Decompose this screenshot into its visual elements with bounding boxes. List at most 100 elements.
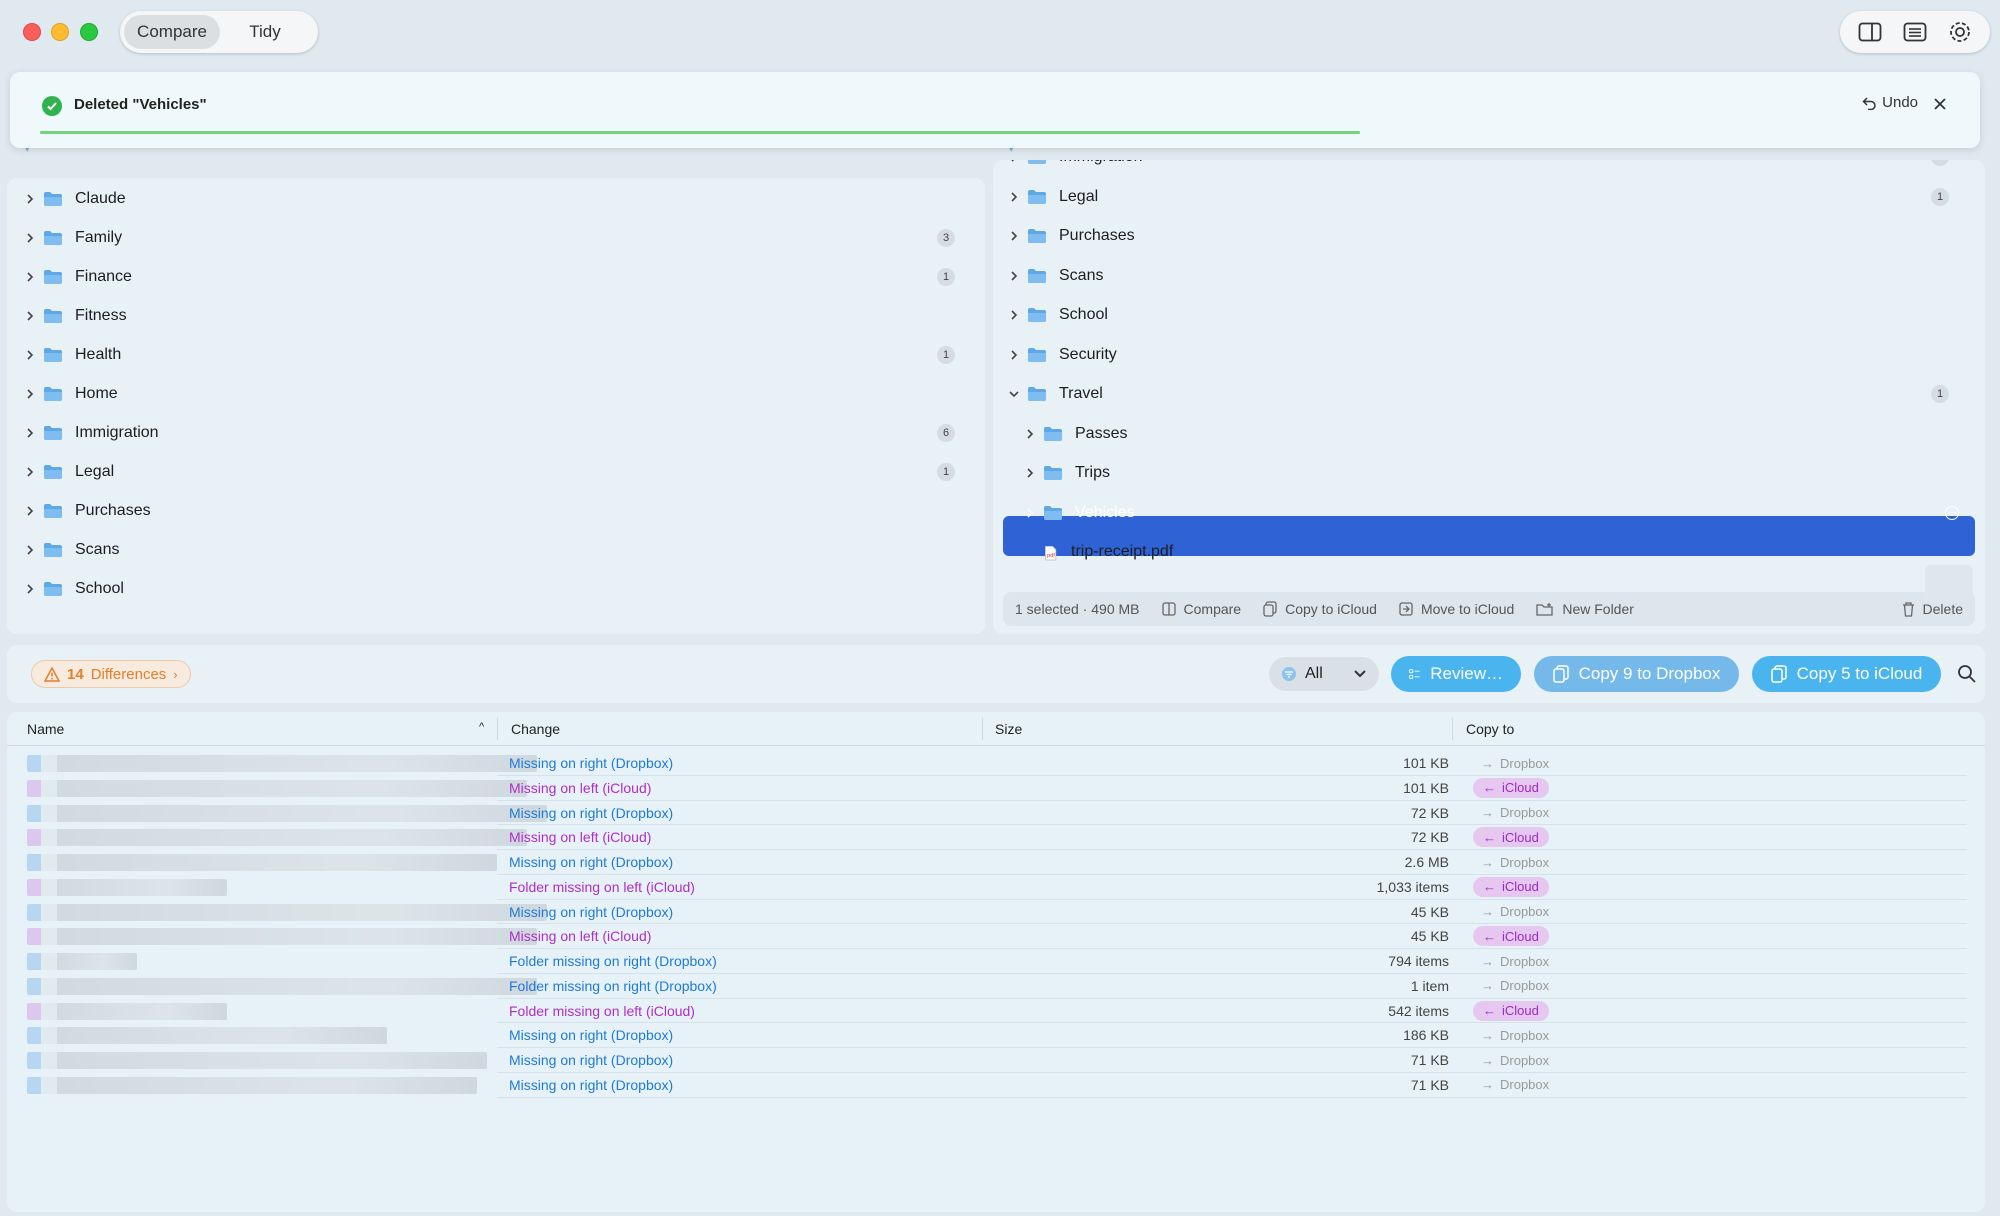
tree-row[interactable]: Health 1 xyxy=(23,336,973,374)
table-row[interactable]: Missing on right (Dropbox) 101 KB → Dropbox xyxy=(7,751,1985,776)
copy-to-dropbox-tag[interactable]: → Dropbox xyxy=(1473,803,1549,823)
chevron-right-icon[interactable] xyxy=(23,582,37,596)
copy-to-dropbox-button[interactable]: Copy 9 to Dropbox xyxy=(1534,656,1739,692)
tree-row[interactable]: Purchases xyxy=(1007,217,1967,255)
tree-row[interactable]: Vehicles xyxy=(1023,494,1967,532)
zoom-window-button[interactable] xyxy=(80,23,98,41)
column-header-copy-to[interactable]: Copy to xyxy=(1466,721,1514,737)
table-row[interactable]: Missing on left (iCloud) 72 KB ← iCloud xyxy=(7,825,1985,850)
table-row[interactable]: Missing on right (Dropbox) 45 KB → Dropbox xyxy=(7,900,1985,925)
sidebar-icon[interactable] xyxy=(1856,18,1884,46)
table-row[interactable]: Missing on right (Dropbox) 186 KB → Dropbox xyxy=(7,1023,1985,1048)
table-row[interactable]: Folder missing on left (iCloud) 542 items… xyxy=(7,999,1985,1024)
differences-count-button[interactable]: 14 Differences › xyxy=(31,660,191,688)
close-window-button[interactable] xyxy=(23,23,41,41)
copy-to-dropbox-tag[interactable]: → Dropbox xyxy=(1473,1025,1549,1045)
chevron-down-icon[interactable] xyxy=(1007,387,1021,401)
tree-row[interactable]: Security xyxy=(1007,336,1967,374)
chevron-right-icon[interactable] xyxy=(1023,427,1037,441)
table-row[interactable]: Folder missing on left (iCloud) 1,033 ite… xyxy=(7,875,1985,900)
tree-row[interactable]: Scans xyxy=(1007,257,1967,295)
chevron-right-icon[interactable] xyxy=(23,465,37,479)
chevron-right-icon[interactable] xyxy=(23,426,37,440)
copy-to-dropbox-tag[interactable]: → Dropbox xyxy=(1473,902,1549,922)
tree-row[interactable]: Legal 1 xyxy=(1007,178,1967,216)
compare-action[interactable]: Compare xyxy=(1161,601,1241,617)
chevron-right-icon[interactable] xyxy=(1007,269,1021,283)
copy-to-dropbox-tag[interactable]: → Dropbox xyxy=(1473,976,1549,996)
table-row[interactable]: Missing on right (Dropbox) 2.6 MB → Dropbox xyxy=(7,850,1985,875)
remove-icon[interactable] xyxy=(1945,505,1959,520)
chevron-right-icon[interactable] xyxy=(23,270,37,284)
copy-to-icloud-tag[interactable]: ← iCloud xyxy=(1473,1000,1549,1021)
chevron-right-icon[interactable] xyxy=(23,348,37,362)
column-header-size[interactable]: Size xyxy=(995,721,1022,737)
tree-row[interactable]: School xyxy=(1007,296,1967,334)
copy-to-dropbox-tag[interactable]: → Dropbox xyxy=(1473,951,1549,971)
chevron-right-icon[interactable] xyxy=(1007,160,1021,164)
column-header-change[interactable]: Change xyxy=(511,721,560,737)
chevron-right-icon[interactable] xyxy=(1023,466,1037,480)
file-row[interactable]: pdf trip-receipt.pdf xyxy=(1023,533,1967,571)
chevron-right-icon[interactable] xyxy=(1007,348,1021,362)
close-icon[interactable] xyxy=(1930,94,1950,114)
copy-to-icloud-tag[interactable]: ← iCloud xyxy=(1473,926,1549,947)
copy-to-dropbox-tag[interactable]: → Dropbox xyxy=(1473,753,1549,773)
delete-action[interactable]: Delete xyxy=(1902,601,1963,617)
move-to-icloud-action[interactable]: Move to iCloud xyxy=(1399,601,1514,617)
chevron-right-icon[interactable] xyxy=(23,231,37,245)
search-icon[interactable] xyxy=(1957,664,1979,686)
chevron-right-icon[interactable] xyxy=(1007,190,1021,204)
chevron-right-icon[interactable] xyxy=(23,192,37,206)
chevron-right-icon[interactable] xyxy=(1023,506,1037,520)
copy-to-icloud-button[interactable]: Copy 5 to iCloud xyxy=(1752,656,1941,692)
loading-spinner-icon xyxy=(1925,565,1973,601)
copy-to-icloud-tag[interactable]: ← iCloud xyxy=(1473,777,1549,798)
copy-to-dropbox-tag[interactable]: → Dropbox xyxy=(1473,1050,1549,1070)
copy-to-dropbox-tag[interactable]: → Dropbox xyxy=(1473,852,1549,872)
folder-icon xyxy=(44,231,62,245)
list-view-icon[interactable] xyxy=(1901,18,1929,46)
table-row[interactable]: Missing on right (Dropbox) 71 KB → Dropbox xyxy=(7,1048,1985,1073)
chevron-right-icon[interactable] xyxy=(1007,229,1021,243)
size-cell: 45 KB xyxy=(1410,903,1449,920)
tree-row[interactable]: Scans xyxy=(23,531,973,569)
minimize-window-button[interactable] xyxy=(51,23,69,41)
tree-row[interactable]: Immigration 6 xyxy=(1007,160,1967,176)
filter-dropdown[interactable]: All xyxy=(1269,657,1379,691)
tree-row[interactable]: Purchases xyxy=(23,492,973,530)
copy-to-icloud-action[interactable]: Copy to iCloud xyxy=(1263,601,1377,617)
chevron-right-icon[interactable] xyxy=(1007,308,1021,322)
tree-row[interactable]: Trips xyxy=(1023,454,1967,492)
tab-tidy[interactable]: Tidy xyxy=(220,15,310,49)
column-header-name[interactable]: Name xyxy=(27,721,64,737)
tree-row[interactable]: School xyxy=(23,570,973,608)
tree-row[interactable]: Family 3 xyxy=(23,219,973,257)
table-row[interactable]: Missing on left (iCloud) 45 KB ← iCloud xyxy=(7,924,1985,949)
undo-button[interactable]: Undo xyxy=(1862,94,1918,111)
copy-to-icloud-tag[interactable]: ← iCloud xyxy=(1473,827,1549,848)
table-row[interactable]: Folder missing on right (Dropbox) 794 ite… xyxy=(7,949,1985,974)
chevron-right-icon[interactable] xyxy=(23,543,37,557)
tree-row[interactable]: Claude xyxy=(23,180,973,218)
review-button[interactable]: Review… xyxy=(1391,656,1521,692)
copy-to-dropbox-tag[interactable]: → Dropbox xyxy=(1473,1075,1549,1095)
tree-row[interactable]: Travel 1 xyxy=(1007,375,1967,413)
chevron-right-icon[interactable] xyxy=(23,504,37,518)
gear-icon[interactable] xyxy=(1946,18,1974,46)
new-folder-action[interactable]: New Folder xyxy=(1536,601,1634,617)
chevron-right-icon[interactable] xyxy=(23,309,37,323)
tree-row[interactable]: Passes xyxy=(1023,415,1967,453)
table-row[interactable]: Missing on left (iCloud) 101 KB ← iCloud xyxy=(7,776,1985,801)
chevron-right-icon[interactable] xyxy=(23,387,37,401)
tree-row[interactable]: Immigration 6 xyxy=(23,414,973,452)
tree-row[interactable]: Legal 1 xyxy=(23,453,973,491)
tab-compare[interactable]: Compare xyxy=(124,15,220,49)
table-row[interactable]: Folder missing on right (Dropbox) 1 item →… xyxy=(7,974,1985,999)
tree-row[interactable]: Fitness xyxy=(23,297,973,335)
table-row[interactable]: Missing on right (Dropbox) 71 KB → Dropbox xyxy=(7,1073,1985,1098)
table-row[interactable]: Missing on right (Dropbox) 72 KB → Dropbox xyxy=(7,801,1985,826)
copy-to-icloud-tag[interactable]: ← iCloud xyxy=(1473,876,1549,897)
tree-row[interactable]: Finance 1 xyxy=(23,258,973,296)
tree-row[interactable]: Home xyxy=(23,375,973,413)
